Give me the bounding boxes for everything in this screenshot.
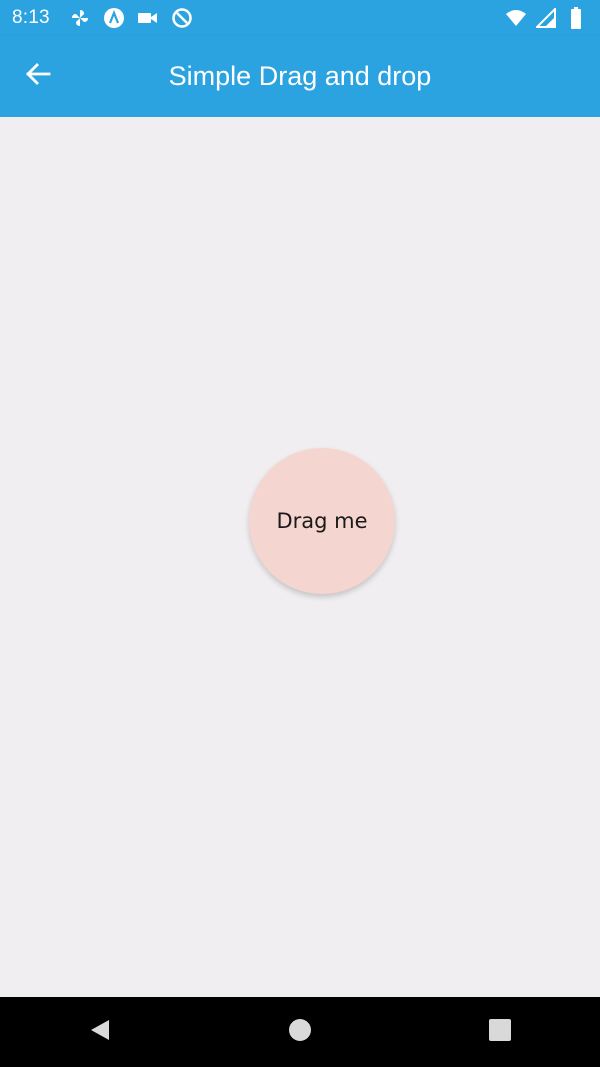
- draggable-label: Drag me: [276, 509, 368, 533]
- status-icons-left: [68, 6, 194, 30]
- navigation-bar: [0, 997, 600, 1067]
- recents-square-icon: [488, 1018, 512, 1046]
- data-saver-icon: [170, 6, 194, 30]
- wifi-icon: [504, 6, 528, 30]
- page-title: Simple Drag and drop: [168, 61, 432, 91]
- nav-home-button[interactable]: [270, 1002, 330, 1062]
- app-bar: Simple Drag and drop: [0, 36, 600, 117]
- status-bar: 8:13: [0, 0, 600, 36]
- pinwheel-icon: [68, 6, 92, 30]
- home-circle-icon: [288, 1018, 312, 1046]
- nav-back-button[interactable]: [70, 1002, 130, 1062]
- draggable-circle[interactable]: Drag me: [249, 448, 395, 594]
- cell-signal-icon: [534, 6, 558, 30]
- nav-recents-button[interactable]: [470, 1002, 530, 1062]
- video-camera-icon: [136, 6, 160, 30]
- status-icons-right: [504, 6, 588, 30]
- status-time: 8:13: [12, 7, 50, 28]
- battery-icon: [564, 6, 588, 30]
- android-studio-icon: [102, 6, 126, 30]
- main-content: Drag me: [0, 117, 600, 997]
- back-triangle-icon: [89, 1018, 111, 1046]
